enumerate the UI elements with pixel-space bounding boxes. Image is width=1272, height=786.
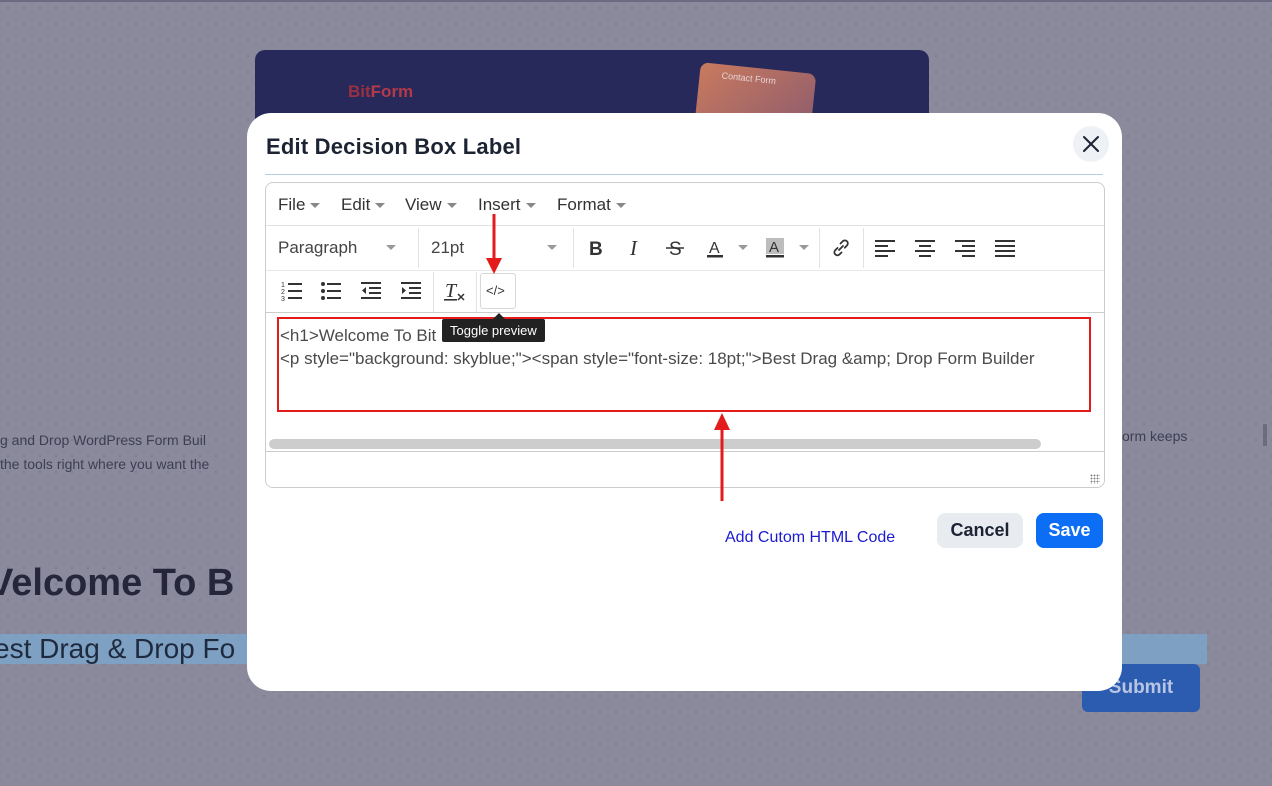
- background-description-right: orm keeps: [1122, 428, 1188, 444]
- card-title: Contact Form: [721, 70, 777, 87]
- edit-label-modal: Edit Decision Box Label File Edit View I…: [247, 113, 1122, 691]
- background-color-icon: A: [766, 238, 784, 258]
- italic-icon: I: [629, 238, 638, 258]
- block-format-select[interactable]: Paragraph: [278, 226, 410, 270]
- background-heading: Velcome To B: [0, 562, 235, 604]
- bold-button[interactable]: B: [578, 231, 612, 265]
- bitform-logo: BitForm: [348, 82, 414, 101]
- chevron-down-icon: [738, 245, 748, 250]
- align-center-button[interactable]: [908, 231, 942, 265]
- strikethrough-button[interactable]: S: [658, 231, 692, 265]
- chevron-down-icon: [375, 202, 386, 208]
- toolbar-separator: [476, 272, 477, 312]
- align-justify-button[interactable]: [988, 231, 1022, 265]
- editor-menubar: File Edit View Insert Format: [266, 183, 1104, 226]
- toggle-preview-tooltip: Toggle preview: [442, 319, 545, 342]
- indent-icon: [401, 282, 421, 299]
- modal-title: Edit Decision Box Label: [266, 134, 522, 159]
- italic-button[interactable]: I: [618, 231, 652, 265]
- background-color-dropdown[interactable]: [797, 226, 811, 270]
- toolbar-row-2: 123 T </>: [266, 270, 1104, 313]
- font-size-select[interactable]: 21pt: [431, 226, 571, 270]
- indent-button[interactable]: [394, 274, 428, 308]
- save-button[interactable]: Save: [1036, 513, 1103, 548]
- align-justify-icon: [995, 240, 1015, 257]
- svg-text:</>: </>: [486, 283, 505, 298]
- toolbar-separator: [573, 228, 574, 268]
- text-color-icon: A: [707, 240, 723, 258]
- scrollbar-thumb[interactable]: [269, 439, 1041, 449]
- background-highlight-text: est Drag & Drop Fo: [0, 633, 236, 664]
- svg-text:3: 3: [281, 296, 285, 302]
- clear-formatting-button[interactable]: T: [438, 274, 472, 308]
- toolbar-row-1: Paragraph 21pt B I S A A: [266, 226, 1104, 271]
- menu-view[interactable]: View: [405, 195, 457, 215]
- align-right-icon: [955, 240, 975, 257]
- link-button[interactable]: [824, 231, 858, 265]
- text-color-dropdown[interactable]: [736, 226, 750, 270]
- align-left-icon: [875, 240, 895, 257]
- clear-formatting-icon: T: [444, 280, 465, 302]
- align-left-button[interactable]: [868, 231, 902, 265]
- horizontal-scrollbar[interactable]: [266, 437, 1104, 449]
- outdent-button[interactable]: [354, 274, 388, 308]
- bullet-list-button[interactable]: [314, 274, 348, 308]
- cancel-button[interactable]: Cancel: [937, 513, 1023, 548]
- chevron-down-icon: [799, 245, 809, 250]
- toolbar-separator: [433, 272, 434, 312]
- numbered-list-icon: 123: [281, 282, 302, 302]
- code-view-icon: </>: [486, 283, 505, 298]
- background-scroll-indicator: [1263, 424, 1267, 446]
- chevron-down-icon: [446, 202, 457, 208]
- bullet-list-icon: [321, 282, 341, 300]
- editor-statusbar: [266, 451, 1104, 487]
- code-line: <p style="background: skyblue;"><span st…: [280, 349, 1035, 368]
- svg-text:I: I: [629, 238, 638, 258]
- toggle-preview-button[interactable]: </>: [480, 273, 516, 309]
- text-color-button[interactable]: A: [698, 231, 732, 265]
- menu-file[interactable]: File: [278, 195, 321, 215]
- svg-text:1: 1: [281, 282, 285, 289]
- rich-text-editor: File Edit View Insert Format Paragraph 2…: [265, 182, 1105, 488]
- svg-text:T: T: [445, 280, 458, 302]
- chevron-down-icon: [310, 202, 321, 208]
- svg-text:A: A: [769, 239, 779, 256]
- background-description: g and Drop WordPress Form Buil the tools…: [0, 432, 210, 472]
- menu-format[interactable]: Format: [557, 195, 626, 215]
- html-code-area[interactable]: <h1>Welcome To Bit Form</h1> <p style="b…: [266, 313, 1104, 449]
- menu-edit[interactable]: Edit: [341, 195, 386, 215]
- chevron-down-icon: [386, 245, 396, 250]
- align-right-button[interactable]: [948, 231, 982, 265]
- link-icon: [833, 239, 849, 257]
- annotation-label: Add Cutom HTML Code: [725, 529, 896, 546]
- strikethrough-icon: S: [666, 239, 684, 258]
- toolbar-separator: [418, 228, 419, 268]
- bold-icon: B: [589, 239, 603, 258]
- svg-text:B: B: [589, 239, 603, 258]
- chevron-down-icon: [615, 202, 626, 208]
- toolbar-separator: [863, 228, 864, 268]
- close-icon: [1083, 136, 1099, 152]
- background-color-button[interactable]: A: [758, 231, 792, 265]
- resize-handle-icon[interactable]: [1090, 474, 1100, 484]
- numbered-list-button[interactable]: 123: [275, 274, 309, 308]
- title-divider: [265, 174, 1103, 175]
- svg-text:2: 2: [281, 289, 285, 296]
- menu-insert[interactable]: Insert: [478, 195, 536, 215]
- close-button[interactable]: [1073, 126, 1109, 162]
- align-center-icon: [915, 240, 935, 257]
- svg-text:A: A: [709, 240, 720, 257]
- chevron-down-icon: [525, 202, 536, 208]
- outdent-icon: [361, 282, 381, 299]
- top-border: [0, 0, 1272, 2]
- chevron-down-icon: [547, 245, 557, 250]
- toolbar-separator: [819, 228, 820, 268]
